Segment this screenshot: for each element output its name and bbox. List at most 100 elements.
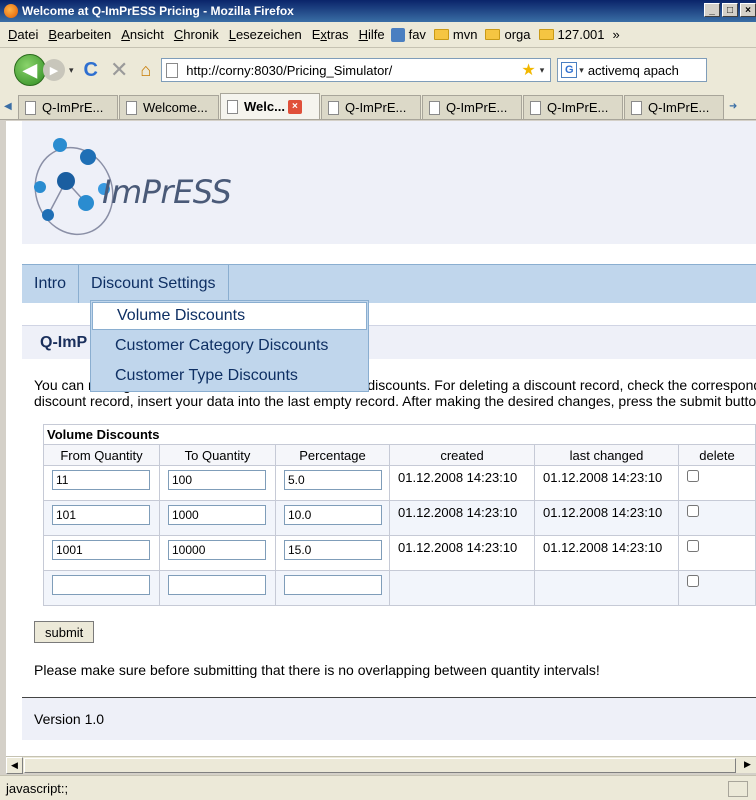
to-quantity-input[interactable]	[168, 470, 266, 490]
version-label: Version 1.0	[34, 711, 105, 727]
bookmark-star-icon[interactable]: ★	[521, 60, 535, 80]
menu-bar: Datei Bearbeiten Ansicht Chronik Lesezei…	[0, 22, 756, 48]
close-tab-icon[interactable]: ×	[287, 99, 302, 114]
tab-welcome-active[interactable]: Welc... ×	[220, 93, 320, 119]
bookmark-mvn[interactable]: mvn	[433, 27, 477, 42]
percentage-input[interactable]	[284, 505, 382, 525]
tab-qimpress-3[interactable]: Q-ImPrE...	[422, 95, 522, 119]
menu-customer-type-discounts[interactable]: Customer Type Discounts	[91, 361, 368, 391]
table-row: 01.12.2008 14:23:10 01.12.2008 14:23:10	[43, 535, 756, 571]
tab-qimpress-5[interactable]: Q-ImPrE...	[624, 95, 724, 119]
from-quantity-input[interactable]	[52, 470, 150, 490]
tab-scroll-right-icon[interactable]: ➜	[729, 101, 743, 112]
url-dropdown-icon[interactable]: ▾	[540, 65, 545, 76]
menu-ansicht[interactable]: Ansicht	[121, 27, 164, 42]
footer: Version 1.0	[22, 697, 756, 740]
table-row: 01.12.2008 14:23:10 01.12.2008 14:23:10	[43, 465, 756, 501]
back-button[interactable]: ◀	[14, 54, 46, 86]
col-last-changed: last changed	[534, 444, 679, 466]
scroll-left-icon[interactable]: ◀	[6, 757, 23, 774]
page-icon	[328, 100, 339, 115]
google-icon[interactable]: G	[561, 62, 578, 78]
bookmark-fav[interactable]: fav	[390, 27, 426, 42]
to-quantity-input[interactable]	[168, 575, 266, 595]
scroll-thumb[interactable]	[24, 758, 736, 773]
window-titlebar: Welcome at Q-ImPrESS Pricing - Mozilla F…	[0, 0, 756, 22]
navigation-toolbar: ◀ ▶ ▾ C ✕ ⌂ http://corny:8030/Pricing_Si…	[0, 48, 756, 92]
forward-arrow-icon: ▶	[49, 64, 59, 77]
url-bar[interactable]: http://corny:8030/Pricing_Simulator/ ★ ▾	[161, 58, 552, 82]
tab-welcome-1[interactable]: Welcome...	[119, 95, 219, 119]
logo-text: ImPrESS	[102, 173, 232, 211]
percentage-input[interactable]	[284, 540, 382, 560]
tab-bar: ◀ Q-ImPrE... Welcome... Welc... × Q-ImPrE…	[0, 92, 756, 120]
bookmark-127001[interactable]: 127.001	[538, 27, 605, 42]
col-percentage: Percentage	[275, 444, 390, 466]
menu-extras[interactable]: Extras	[312, 27, 349, 42]
status-text: javascript:;	[6, 780, 69, 796]
page-icon	[25, 100, 36, 115]
search-bar[interactable]: G ▾ activemq apach	[557, 58, 708, 82]
from-quantity-input[interactable]	[52, 575, 150, 595]
col-delete: delete	[678, 444, 756, 466]
intro-line-2: discount record, insert your data into t…	[34, 393, 756, 409]
search-engine-dropdown-icon[interactable]: ▾	[579, 65, 584, 76]
menu-bearbeiten[interactable]: Bearbeiten	[48, 27, 111, 42]
menu-datei[interactable]: Datei	[8, 27, 38, 42]
col-created: created	[389, 444, 535, 466]
delete-checkbox[interactable]	[687, 505, 699, 517]
horizontal-scrollbar[interactable]: ◀ ▶	[6, 756, 756, 774]
status-bar: javascript:;	[0, 775, 756, 800]
folder-icon	[485, 29, 501, 40]
search-text[interactable]: activemq apach	[588, 63, 679, 78]
tab-qimpress-1[interactable]: Q-ImPrE...	[18, 95, 118, 119]
from-quantity-input[interactable]	[52, 505, 150, 525]
from-quantity-input[interactable]	[52, 540, 150, 560]
menu-hilfe[interactable]: Hilfe	[359, 27, 385, 42]
menu-lesezeichen[interactable]: Lesezeichen	[229, 27, 302, 42]
resize-grip-icon[interactable]	[728, 781, 748, 797]
back-arrow-icon: ◀	[23, 59, 37, 80]
last-changed-cell: 01.12.2008 14:23:10	[534, 465, 679, 501]
reload-icon[interactable]: C	[84, 59, 98, 82]
to-quantity-input[interactable]	[168, 505, 266, 525]
page-icon	[166, 62, 179, 78]
menu-volume-discounts[interactable]: Volume Discounts	[92, 302, 367, 330]
bookmark-orga[interactable]: orga	[485, 27, 531, 42]
created-cell	[389, 570, 535, 606]
delete-checkbox[interactable]	[687, 575, 699, 587]
forward-button[interactable]: ▶	[43, 59, 65, 81]
url-text[interactable]: http://corny:8030/Pricing_Simulator/	[186, 63, 521, 78]
home-icon[interactable]: ⌂	[140, 60, 151, 81]
menu-customer-category-discounts[interactable]: Customer Category Discounts	[91, 331, 368, 361]
history-dropdown-icon[interactable]: ▾	[69, 65, 74, 76]
page-icon	[631, 100, 642, 115]
nav-discount-settings[interactable]: Discount Settings	[79, 265, 229, 303]
maximize-button[interactable]: □	[722, 3, 738, 17]
to-quantity-input[interactable]	[168, 540, 266, 560]
tab-qimpress-2[interactable]: Q-ImPrE...	[321, 95, 421, 119]
submit-button[interactable]: submit	[34, 621, 95, 643]
header-banner: ImPrESS	[22, 121, 756, 244]
delete-checkbox[interactable]	[687, 540, 699, 552]
discount-settings-dropdown: Volume Discounts Customer Category Disco…	[90, 300, 369, 392]
overlap-warning: Please make sure before submitting that …	[34, 662, 600, 678]
bookmark-icon	[390, 27, 405, 42]
percentage-input[interactable]	[284, 575, 382, 595]
close-window-button[interactable]: ×	[740, 3, 756, 17]
percentage-input[interactable]	[284, 470, 382, 490]
tab-scroll-left-icon[interactable]: ◀	[4, 101, 18, 112]
col-from-quantity: From Quantity	[43, 444, 160, 466]
created-cell: 01.12.2008 14:23:10	[389, 535, 535, 571]
nav-intro[interactable]: Intro	[22, 265, 80, 303]
tab-qimpress-4[interactable]: Q-ImPrE...	[523, 95, 623, 119]
delete-checkbox[interactable]	[687, 470, 699, 482]
scroll-right-icon[interactable]: ▶	[739, 757, 756, 774]
table-row: 01.12.2008 14:23:10 01.12.2008 14:23:10	[43, 500, 756, 536]
bookmarks-overflow-button[interactable]: »	[613, 27, 620, 42]
minimize-button[interactable]: _	[704, 3, 720, 17]
created-cell: 01.12.2008 14:23:10	[389, 500, 535, 536]
last-changed-cell	[534, 570, 679, 606]
menu-chronik[interactable]: Chronik	[174, 27, 219, 42]
stop-icon[interactable]: ✕	[110, 57, 128, 83]
